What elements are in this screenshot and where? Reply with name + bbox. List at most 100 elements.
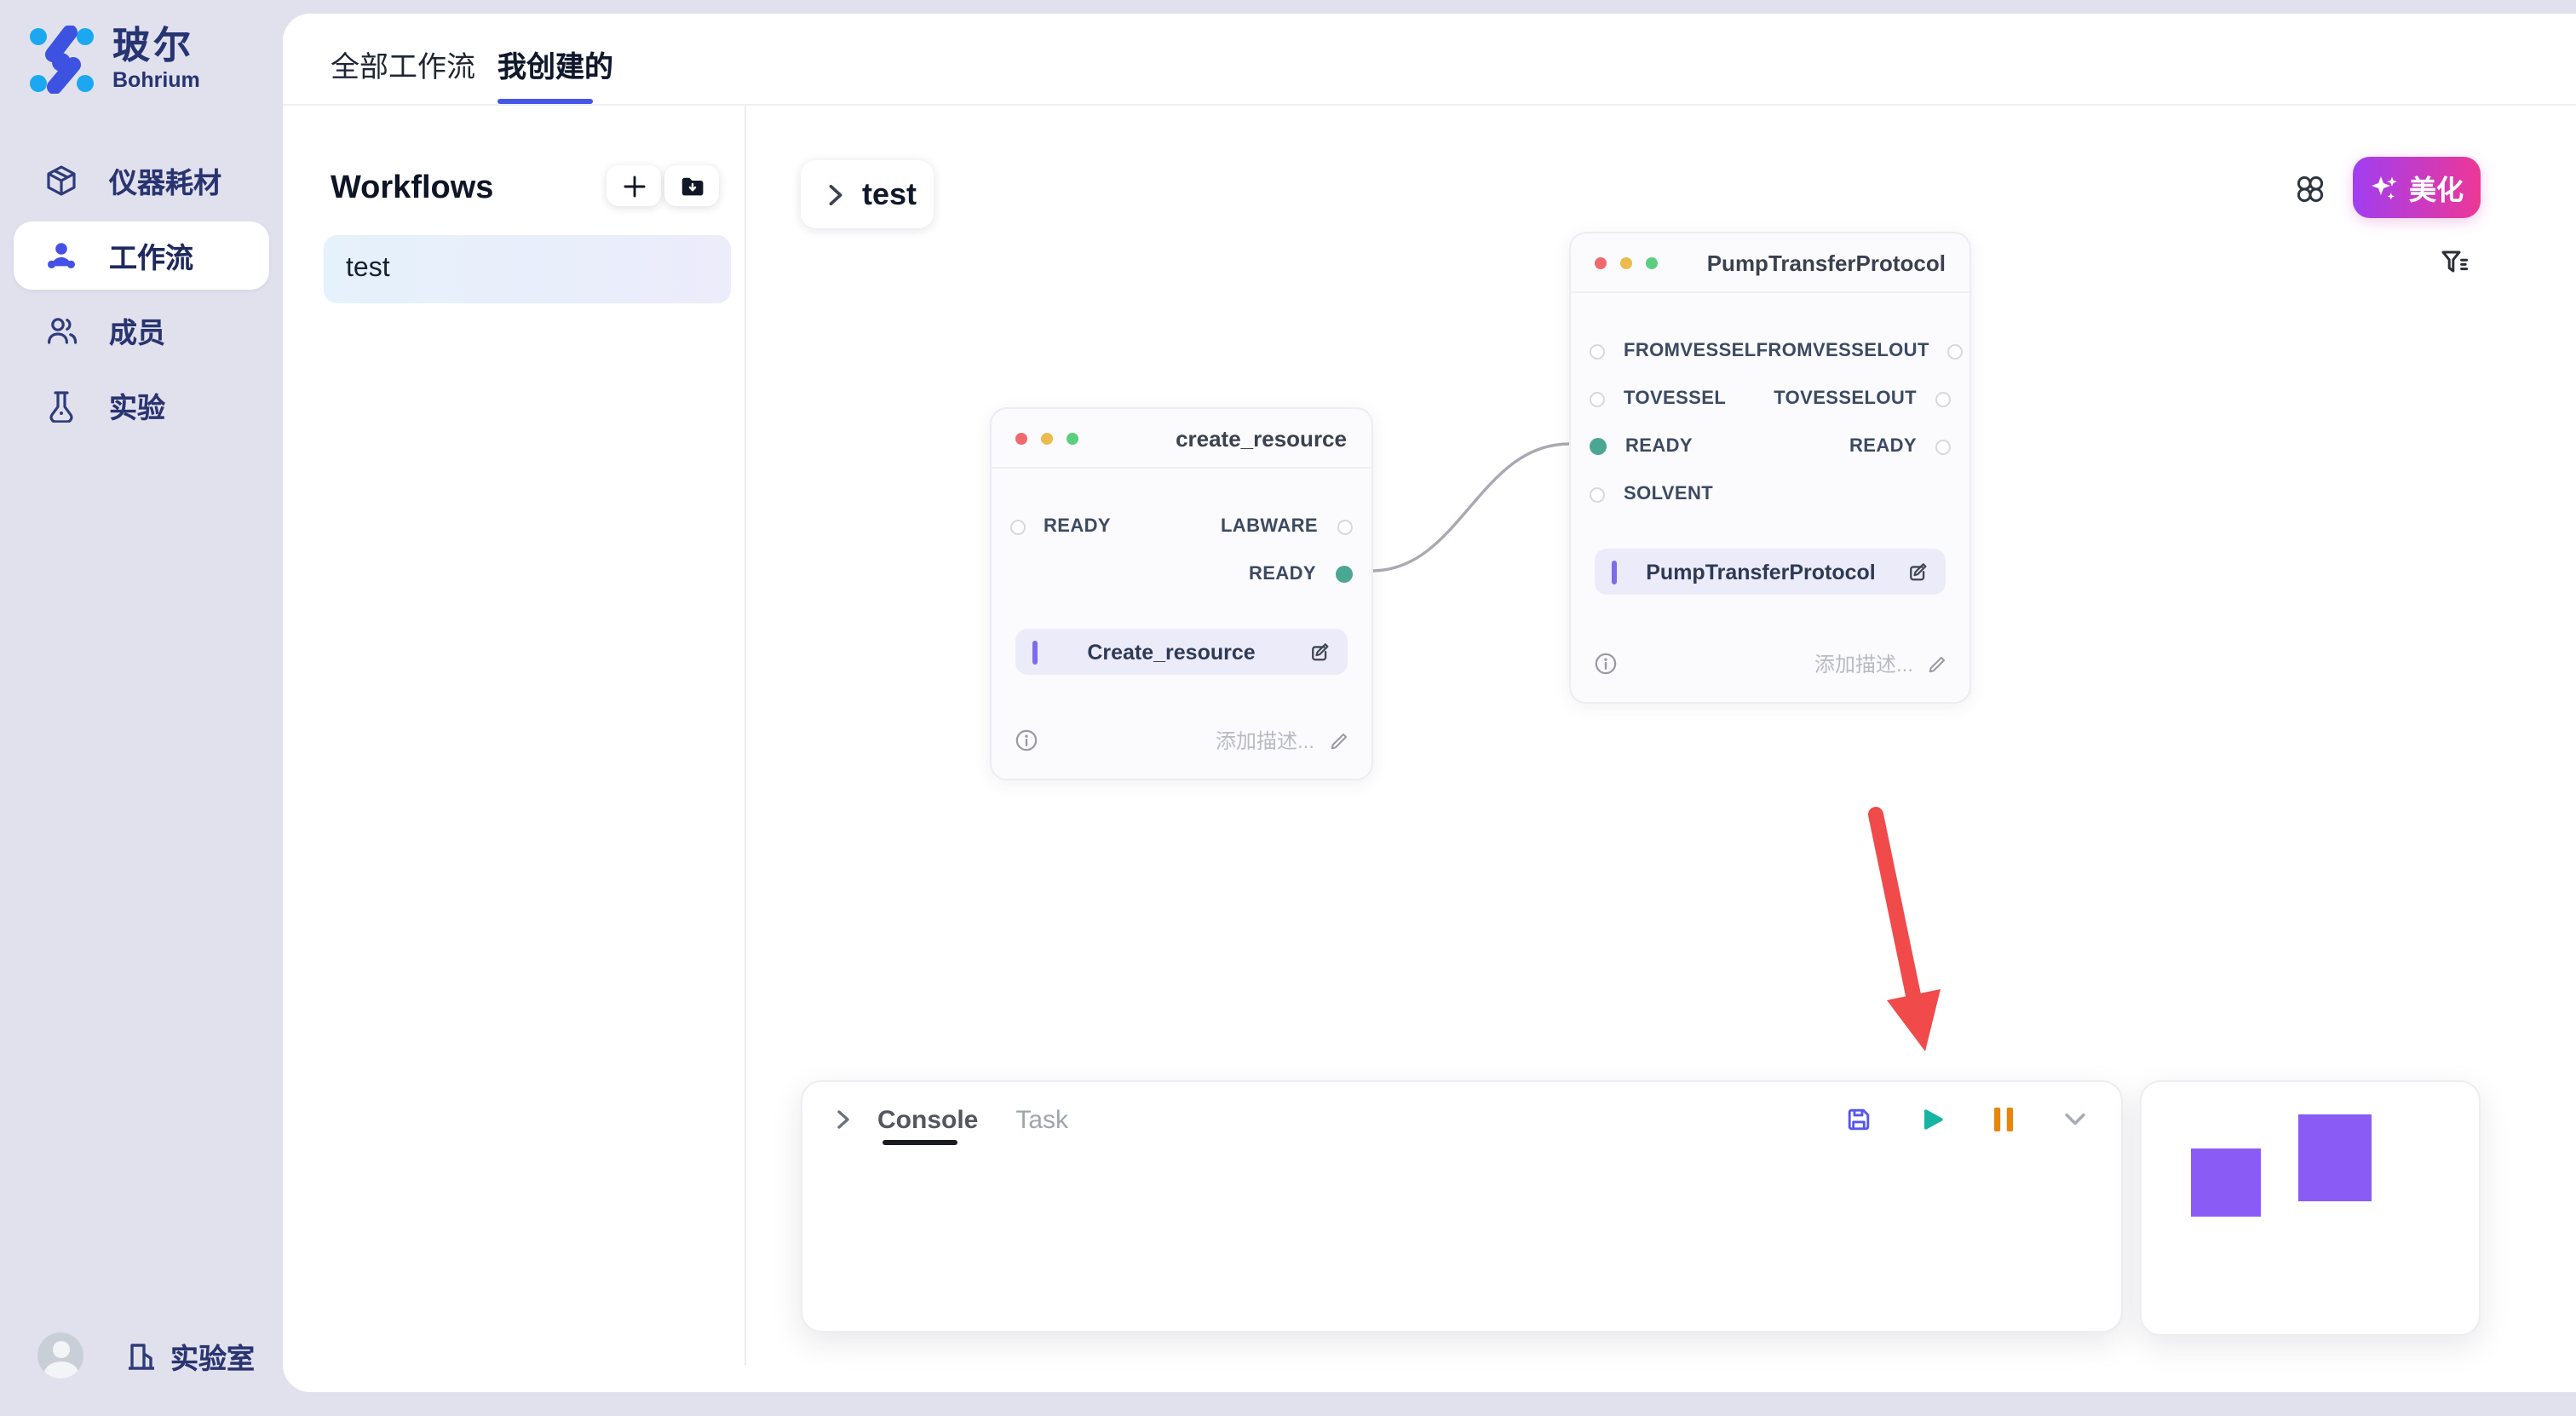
console-toolbar	[1843, 1104, 2090, 1135]
node-create-resource[interactable]: create_resource READY LABWARE	[989, 407, 1372, 780]
bohrium-logo-icon	[27, 26, 95, 94]
brand: 玻尔 Bohrium	[27, 26, 200, 94]
node-action-label: PumpTransferProtocol	[1617, 560, 1905, 584]
active-tab-underline	[497, 99, 593, 104]
output-port-labware[interactable]: LABWARE	[1221, 516, 1352, 537]
port-label: READY	[1044, 516, 1111, 537]
port-row: READY	[991, 550, 1371, 598]
beautify-button[interactable]: 美化	[2353, 157, 2481, 218]
run-play-icon[interactable]	[1917, 1104, 1947, 1135]
workflow-list-item-test[interactable]: test	[324, 235, 731, 303]
port-row: TOVESSEL TOVESSELOUT	[1571, 375, 1969, 423]
members-icon	[44, 314, 78, 348]
node-footer: 添加描述...	[1595, 649, 1947, 678]
lab-label: 实验室	[170, 1335, 255, 1376]
sidebar-item-members[interactable]: 成员	[0, 293, 283, 368]
edit-icon[interactable]	[1306, 640, 1330, 664]
lab-switcher[interactable]: 实验室	[124, 1335, 255, 1376]
add-workflow-button[interactable]	[607, 165, 661, 206]
port-row: READY LABWARE	[991, 503, 1371, 550]
sidebar-item-instruments[interactable]: 仪器耗材	[0, 143, 283, 218]
workflow-item-name: test	[346, 254, 390, 285]
traffic-light-red	[1015, 432, 1026, 444]
save-icon[interactable]	[1843, 1104, 1874, 1135]
port-circle[interactable]	[1590, 486, 1605, 502]
console-tab[interactable]: Console	[877, 1105, 978, 1134]
port-row: READY READY	[1571, 423, 1969, 470]
port-circle-connected[interactable]	[1590, 438, 1607, 455]
console-tab-underline	[883, 1140, 957, 1144]
pause-icon[interactable]	[1990, 1104, 2017, 1135]
node-action-bar[interactable]: PumpTransferProtocol	[1595, 549, 1946, 595]
task-tab[interactable]: Task	[1015, 1105, 1068, 1134]
node-header: PumpTransferProtocol	[1571, 233, 1969, 293]
port-label: READY	[1249, 564, 1316, 584]
expand-chevron-icon[interactable]	[833, 1108, 854, 1131]
port-circle[interactable]	[1590, 391, 1605, 406]
port-circle[interactable]	[1009, 519, 1025, 534]
port-label: TOVESSELOUT	[1774, 389, 1917, 409]
traffic-light-green	[1066, 432, 1078, 444]
import-folder-button[interactable]	[664, 165, 719, 206]
sidebar-item-label: 实验	[109, 385, 165, 426]
building-icon	[124, 1338, 158, 1373]
port-circle[interactable]	[1590, 343, 1605, 359]
description-placeholder[interactable]: 添加描述...	[1216, 726, 1314, 755]
input-port-fromvessel[interactable]: FROMVESSEL	[1590, 341, 1757, 361]
node-title: PumpTransferProtocol	[1707, 250, 1946, 275]
description-placeholder[interactable]: 添加描述...	[1814, 649, 1913, 678]
breadcrumb-label: test	[862, 176, 917, 212]
tab-my-created[interactable]: 我创建的	[497, 43, 613, 85]
output-port-ready[interactable]: READY	[1849, 436, 1951, 457]
traffic-light-red	[1595, 256, 1607, 268]
edit-icon[interactable]	[1905, 560, 1929, 584]
port-row: FROMVESSEL FROMVESSELOUT	[1571, 327, 1969, 375]
output-port-fromvesselout[interactable]: FROMVESSELOUT	[1757, 341, 1964, 361]
sidebar: 玻尔 Bohrium 仪器耗材 工作流	[0, 0, 283, 1402]
input-port-ready[interactable]: READY	[1009, 516, 1111, 537]
breadcrumb[interactable]: test	[801, 160, 934, 228]
info-icon[interactable]	[1595, 653, 1617, 675]
user-avatar[interactable]	[37, 1333, 83, 1379]
port-circle[interactable]	[1935, 439, 1951, 454]
input-port-tovessel[interactable]: TOVESSEL	[1590, 389, 1726, 409]
port-circle[interactable]	[1337, 519, 1352, 534]
output-port-ready[interactable]: READY	[1249, 564, 1352, 584]
minimap-node-pump-transfer	[2298, 1114, 2372, 1201]
sidebar-item-label: 工作流	[109, 235, 193, 276]
bohrium-workflow-app: 玻尔 Bohrium 仪器耗材 工作流	[0, 0, 2576, 1402]
package-icon	[44, 164, 78, 198]
input-port-solvent[interactable]: SOLVENT	[1590, 484, 1713, 504]
info-icon[interactable]	[1015, 729, 1037, 751]
traffic-light-yellow	[1040, 432, 1052, 444]
filter-icon[interactable]	[2438, 247, 2469, 278]
folder-download-icon	[677, 171, 706, 200]
port-row: SOLVENT	[1571, 470, 1969, 518]
node-action-bar[interactable]: Create_resource	[1015, 629, 1347, 675]
node-pump-transfer-protocol[interactable]: PumpTransferProtocol FROMVESSEL FROMVESS…	[1569, 232, 1971, 704]
pencil-icon[interactable]	[1328, 730, 1348, 751]
output-port-tovesselout[interactable]: TOVESSELOUT	[1774, 389, 1951, 409]
sidebar-item-workflow[interactable]: 工作流	[14, 222, 269, 290]
workflow-canvas[interactable]: test 美化	[746, 106, 2576, 1392]
layout-clover-icon[interactable]	[2295, 174, 2326, 204]
port-circle[interactable]	[1935, 391, 1951, 406]
brand-name-en: Bohrium	[112, 71, 200, 92]
port-circle-connected[interactable]	[1335, 566, 1352, 583]
tab-all-workflows[interactable]: 全部工作流	[331, 43, 475, 85]
plus-icon	[619, 171, 648, 200]
sidebar-item-label: 成员	[109, 310, 165, 351]
pencil-icon[interactable]	[1927, 653, 1947, 674]
sidebar-item-experiments[interactable]: 实验	[0, 368, 283, 443]
sidebar-item-label: 仪器耗材	[109, 160, 221, 201]
port-label: SOLVENT	[1624, 484, 1713, 504]
minimap[interactable]	[2140, 1080, 2481, 1336]
collapse-chevron-down-icon[interactable]	[2060, 1104, 2090, 1135]
input-port-ready[interactable]: READY	[1590, 436, 1693, 457]
beautify-label: 美化	[2409, 167, 2464, 208]
workflow-tabbar: 全部工作流 我创建的	[283, 14, 2576, 106]
node-header: create_resource	[991, 409, 1371, 469]
minimap-node-create-resource	[2191, 1148, 2261, 1217]
port-circle[interactable]	[1948, 343, 1964, 359]
experiment-icon	[44, 389, 78, 423]
